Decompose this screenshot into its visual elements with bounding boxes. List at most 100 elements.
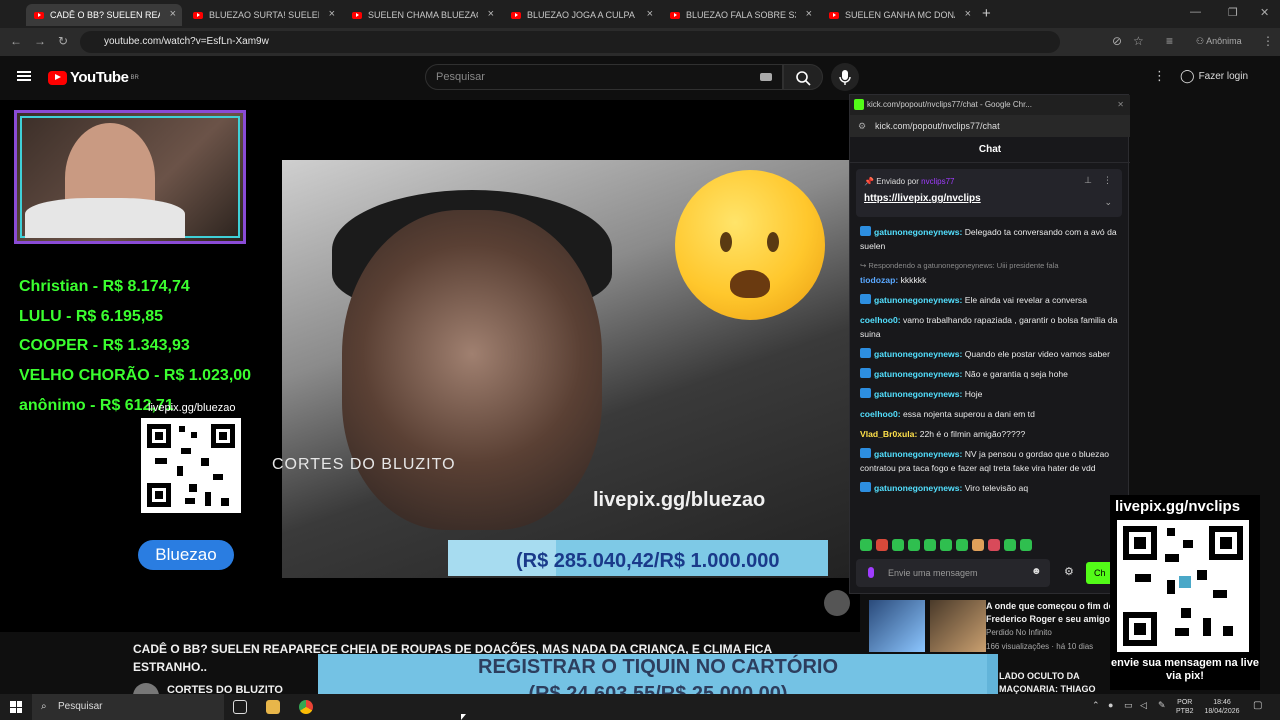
tab-4[interactable]: BLUEZAO JOGA A CULPA NO Y×: [503, 4, 659, 26]
chat-text: Viro televisão aq: [964, 483, 1029, 493]
related-thumbnail[interactable]: [869, 600, 925, 652]
kick-chat-popout: kick.com/popout/nvclips77/chat - Google …: [849, 94, 1130, 594]
forward-icon[interactable]: →: [34, 34, 46, 48]
windows-start-icon[interactable]: [10, 701, 22, 713]
emote-icon[interactable]: [988, 539, 1000, 551]
chat-username[interactable]: gatunonegoneynews:: [874, 295, 965, 305]
emote-icon[interactable]: [956, 539, 968, 551]
tray-chevron-icon[interactable]: ⌃: [1092, 700, 1100, 711]
chat-username[interactable]: tiodozap:: [860, 275, 901, 285]
clock[interactable]: 18:46 18/04/2026: [1200, 698, 1244, 716]
chat-identity-icon[interactable]: [868, 567, 874, 578]
site-info-icon[interactable]: ⚙: [858, 115, 866, 137]
nvclips-cta: envie sua mensagem na live via pix!: [1111, 657, 1259, 682]
bookmark-star-icon[interactable]: ☆: [1133, 34, 1144, 48]
taskbar-search[interactable]: ⌕ Pesquisar: [32, 694, 224, 720]
tab-5[interactable]: BLUEZAO FALA SOBRE S3XUAL×: [662, 4, 818, 26]
chrome-icon[interactable]: [299, 700, 313, 714]
sign-in-button[interactable]: ◯ Fazer login: [1180, 68, 1248, 84]
youtube-logo[interactable]: YouTube BR: [48, 69, 139, 86]
chat-text: essa nojenta superou a dani em td: [902, 409, 1035, 419]
close-tab-icon[interactable]: ×: [806, 8, 812, 20]
menu-kebab-icon[interactable]: ⋮: [1262, 34, 1274, 48]
tray-volume-icon[interactable]: ◁: [1140, 700, 1147, 711]
close-tab-icon[interactable]: ×: [647, 8, 653, 20]
chat-username[interactable]: gatunonegoneynews:: [874, 369, 965, 379]
emote-icon[interactable]: [940, 539, 952, 551]
tray-network-icon[interactable]: ▭: [1124, 700, 1133, 711]
search-button[interactable]: [783, 64, 823, 90]
chat-username[interactable]: gatunonegoneynews:: [874, 227, 965, 237]
emote-icon[interactable]: [972, 539, 984, 551]
related-channel[interactable]: Perdido No Infinito: [986, 628, 1052, 637]
chat-username[interactable]: gatunonegoneynews:: [874, 483, 965, 493]
video-frame: [282, 160, 850, 578]
incognito-profile[interactable]: ⚇ Anônima: [1196, 36, 1242, 47]
pinned-link[interactable]: https://livepix.gg/nvclips: [864, 193, 981, 204]
back-icon[interactable]: ←: [10, 34, 22, 48]
maximize-icon[interactable]: ❐: [1228, 6, 1238, 19]
emote-icon[interactable]: [860, 539, 872, 551]
close-tab-icon[interactable]: ×: [965, 8, 971, 20]
chat-message: gatunonegoneynews: Ele ainda vai revelar…: [860, 293, 1122, 307]
tab-1[interactable]: CADÊ O BB? SUELEN REAPA×: [26, 4, 182, 26]
youtube-favicon-icon: [511, 11, 521, 19]
chat-username[interactable]: gatunonegoneynews:: [874, 349, 965, 359]
close-tab-icon[interactable]: ×: [329, 8, 335, 20]
tab-3[interactable]: SUELEN CHAMA BLUEZAO DE×: [344, 4, 500, 26]
popout-close-icon[interactable]: ✕: [1117, 95, 1124, 115]
hide-icon[interactable]: ⊘: [1112, 34, 1122, 48]
pin-icon: 📌: [864, 177, 877, 186]
file-explorer-icon[interactable]: [266, 700, 280, 714]
related-video-title[interactable]: A onde que começou o fim de Frederico Ro…: [986, 600, 1116, 626]
emoji-eye: [767, 232, 779, 252]
reading-list-icon[interactable]: ≡: [1166, 34, 1173, 48]
chat-username[interactable]: coelhoo0:: [860, 409, 903, 419]
chat-message-input[interactable]: Envie uma mensagem: [856, 559, 1050, 587]
keyboard-icon[interactable]: [760, 73, 772, 81]
keyboard-language[interactable]: POR PTB2: [1176, 698, 1194, 716]
chat-message: gatunonegoneynews: Delegado ta conversan…: [860, 225, 1122, 253]
emote-icon[interactable]: [876, 539, 888, 551]
chat-message: ↪ Respondendo a gatunonegoneynews: Uiii …: [860, 259, 1122, 287]
unpin-icon[interactable]: ⊥: [1084, 175, 1092, 186]
emoji-picker-icon[interactable]: ☻: [1031, 566, 1042, 577]
chat-username[interactable]: gatunonegoneynews:: [874, 449, 965, 459]
minimize-icon[interactable]: —: [1190, 6, 1201, 18]
task-view-icon[interactable]: [233, 700, 247, 714]
close-tab-icon[interactable]: ×: [170, 8, 176, 20]
account-icon: ◯: [1180, 68, 1195, 83]
user-badge-icon: [860, 226, 871, 236]
close-window-icon[interactable]: ✕: [1260, 6, 1269, 19]
chat-username[interactable]: coelhoo0:: [860, 315, 903, 325]
chat-header: Chat: [850, 137, 1130, 163]
emote-icon[interactable]: [908, 539, 920, 551]
tab-6[interactable]: SUELEN GANHA MC DONALD×: [821, 4, 977, 26]
new-tab-button[interactable]: +: [982, 5, 991, 22]
chat-message: gatunonegoneynews: Viro televisão aq: [860, 481, 1122, 495]
tray-pen-icon[interactable]: ✎: [1158, 700, 1166, 711]
emote-icon[interactable]: [1004, 539, 1016, 551]
voice-search-button[interactable]: [831, 63, 859, 91]
close-tab-icon[interactable]: ×: [488, 8, 494, 20]
settings-kebab-icon[interactable]: ⋮: [1153, 68, 1166, 84]
url-field[interactable]: youtube.com/watch?v=EsfLn-Xam9w: [80, 31, 1060, 53]
emote-icon[interactable]: [892, 539, 904, 551]
notifications-icon[interactable]: ▢: [1253, 700, 1262, 711]
search-input[interactable]: Pesquisar: [425, 64, 783, 90]
chat-settings-gear-icon[interactable]: ⚙: [1064, 565, 1074, 578]
reload-icon[interactable]: ↻: [58, 34, 68, 48]
chat-username[interactable]: gatunonegoneynews:: [874, 389, 965, 399]
pinned-menu-icon[interactable]: ⋮: [1103, 175, 1112, 186]
microphone-icon: [839, 70, 851, 85]
tray-mic-icon[interactable]: ●: [1108, 700, 1113, 710]
related-thumbnail[interactable]: [930, 600, 986, 652]
emote-icon[interactable]: [1020, 539, 1032, 551]
hamburger-menu-icon[interactable]: [17, 71, 31, 81]
expand-chevron-icon[interactable]: ⌄: [1104, 197, 1112, 208]
chat-message: gatunonegoneynews: Não e garantia q seja…: [860, 367, 1122, 381]
chat-username[interactable]: Vlad_Br0xula:: [860, 429, 920, 439]
channel-watermark-avatar[interactable]: [824, 590, 850, 616]
tab-2[interactable]: BLUEZAO SURTA! SUELEN QUE×: [185, 4, 341, 26]
emote-icon[interactable]: [924, 539, 936, 551]
